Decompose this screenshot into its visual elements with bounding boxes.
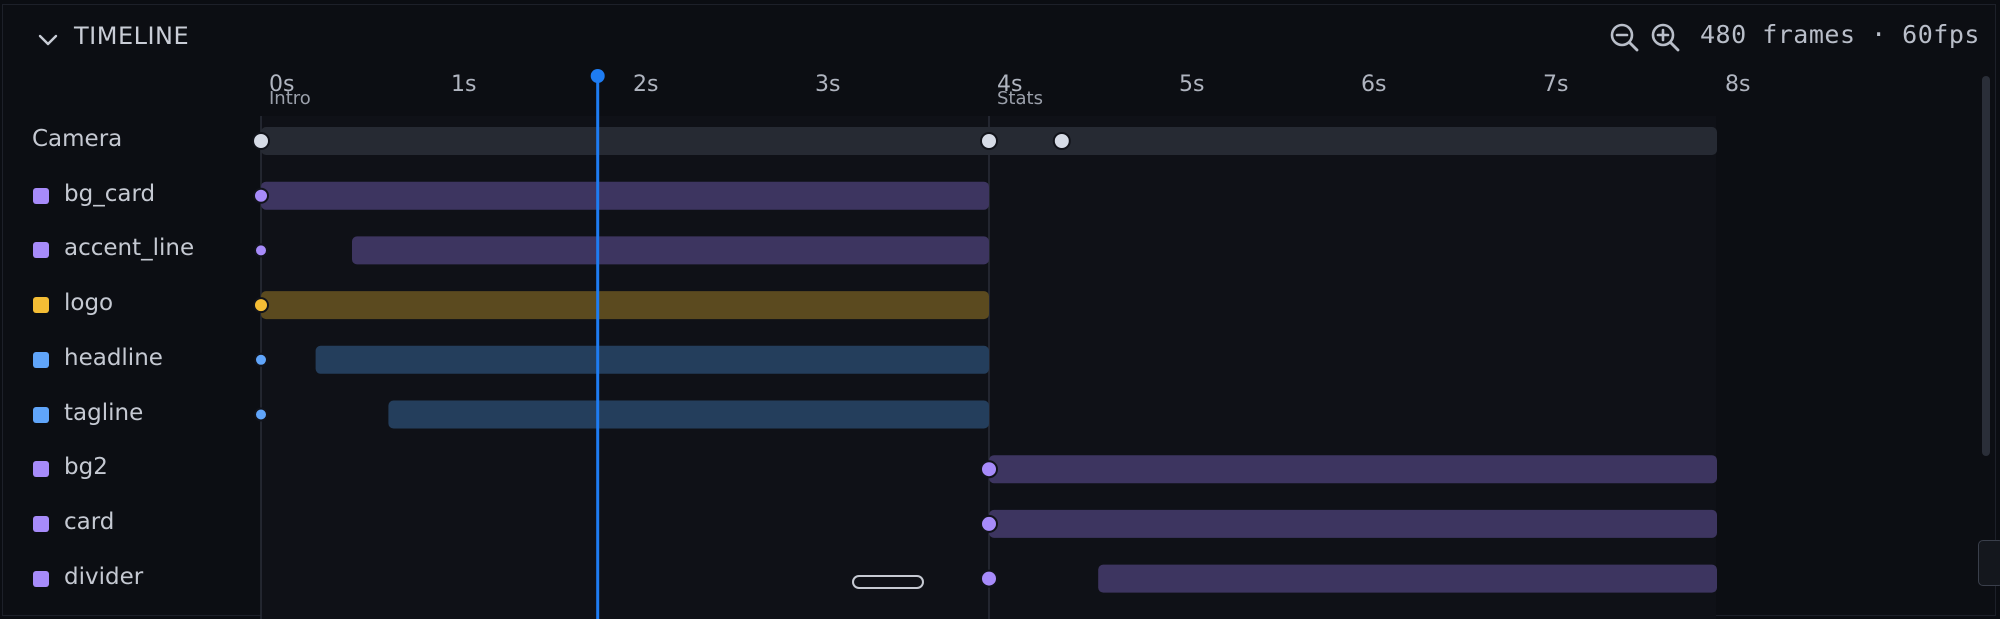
ruler-tick: 7s (1543, 72, 1569, 97)
keyframe-dot[interactable] (980, 132, 998, 150)
ruler-tick: 8s (1725, 72, 1751, 97)
keyframe-dot[interactable] (254, 407, 268, 422)
ruler-tick: 1s (451, 72, 477, 97)
ruler-tick: 2s (633, 72, 659, 97)
playhead-handle[interactable] (590, 69, 605, 83)
track-clip-bar[interactable] (388, 400, 989, 429)
section-marker[interactable]: Intro (269, 88, 311, 109)
keyframe-dot[interactable] (253, 187, 269, 204)
keyframe-dot[interactable] (253, 297, 269, 314)
keyframe-dot[interactable] (252, 132, 270, 150)
track-clip-bar[interactable] (989, 455, 1717, 484)
keyframe-dot[interactable] (254, 352, 268, 367)
track-clip-bar[interactable] (261, 291, 989, 320)
ruler-tick: 6s (1361, 72, 1387, 97)
track-clip-bar[interactable] (315, 345, 990, 374)
keyframe-dot[interactable] (980, 514, 998, 533)
keyframe-dot[interactable] (980, 460, 998, 479)
keyframe-dot[interactable] (1052, 132, 1071, 150)
track-clip-bar[interactable] (261, 181, 989, 210)
ruler-tick: 3s (815, 72, 841, 97)
section-marker[interactable]: Stats (997, 88, 1043, 109)
track-clip-bar[interactable] (989, 509, 1717, 538)
horizontal-scroll-thumb[interactable] (852, 575, 924, 589)
side-panel-handle[interactable] (1978, 540, 2000, 586)
ruler-tick: 5s (1179, 72, 1205, 97)
track-clip-bar[interactable] (1098, 564, 1717, 593)
vertical-scrollbar[interactable] (1982, 76, 1990, 456)
keyframe-dot[interactable] (980, 569, 998, 588)
track-clip-bar[interactable] (352, 236, 989, 265)
keyframe-dot[interactable] (254, 243, 268, 258)
